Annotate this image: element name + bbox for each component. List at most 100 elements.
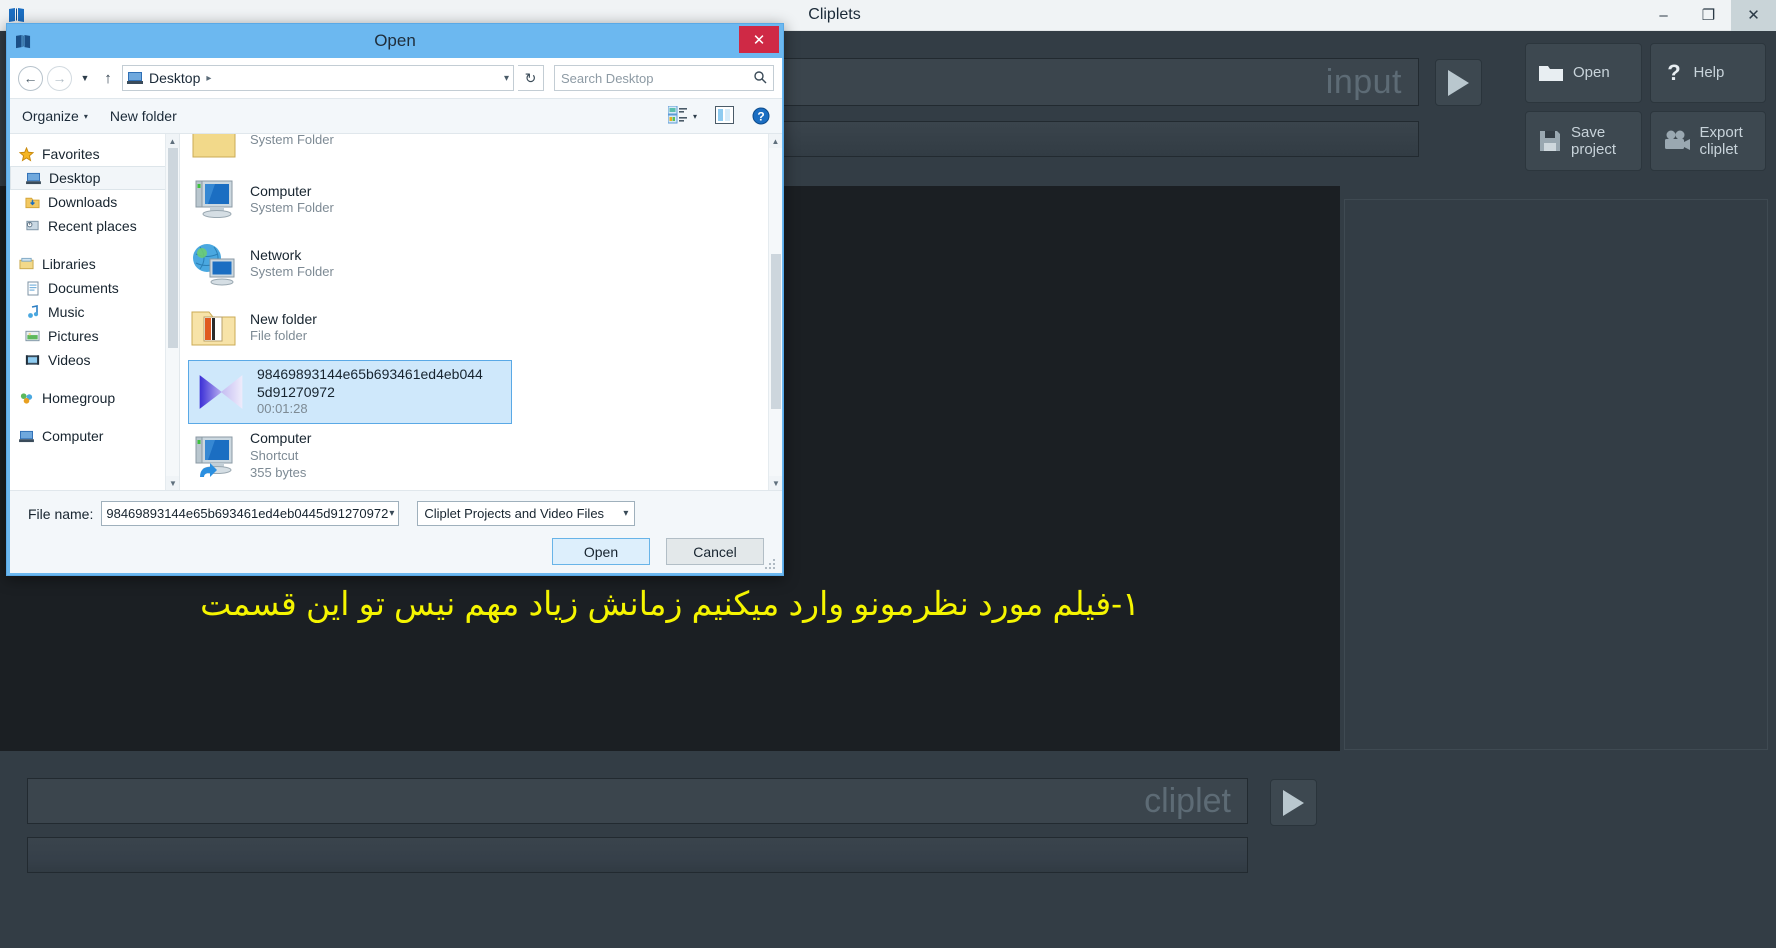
sidebar-item-favorites[interactable]: Favorites (10, 142, 179, 166)
list-item-subtitle: System Folder (250, 200, 334, 216)
open-file-dialog: Open ✕ ← → ▼ ↑ Desktop ▸ ▾ ↻ Search Desk… (6, 23, 784, 576)
sidebar-item-computer[interactable]: Computer (10, 424, 179, 448)
scroll-up-icon[interactable]: ▲ (166, 134, 179, 148)
history-dropdown-icon[interactable]: ▼ (76, 73, 94, 83)
save-project-label: Save project (1571, 123, 1617, 158)
sidebar-item-documents[interactable]: Documents (10, 276, 179, 300)
minimize-button[interactable]: – (1641, 0, 1686, 31)
annotation-caption: ۱-فیلم مورد نظرمونو وارد میکنیم زمانش زی… (200, 585, 1140, 622)
folder-users-icon (190, 134, 238, 162)
sidebar-item-pictures[interactable]: Pictures (10, 324, 179, 348)
play-output-button[interactable] (1270, 779, 1317, 826)
cancel-button[interactable]: Cancel (666, 538, 764, 565)
breadcrumb-separator-icon[interactable]: ▸ (206, 73, 211, 84)
movie-camera-icon (1663, 130, 1691, 152)
bottom-right-panel (1340, 751, 1776, 948)
chevron-down-icon[interactable]: ▾ (389, 508, 394, 519)
magnifier-icon (753, 70, 767, 87)
output-timeline-track[interactable]: cliplet (27, 778, 1248, 824)
libraries-icon (18, 256, 35, 272)
file-type-select[interactable]: Cliplet Projects and Video Files ▾ (417, 501, 636, 526)
view-mode-button[interactable]: ▾ (667, 105, 697, 127)
list-item[interactable]: System Folder (180, 134, 782, 168)
filename-input[interactable]: 98469893144e65b693461ed4eb0445d91270972 … (101, 501, 400, 526)
sidebar-item-label: Homegroup (42, 390, 116, 406)
dialog-close-button[interactable]: ✕ (739, 26, 779, 53)
sidebar-item-homegroup[interactable]: Homegroup (10, 386, 179, 410)
list-item-title: Computer (250, 430, 312, 447)
sidebar-item-videos[interactable]: Videos (10, 348, 179, 372)
sidebar-item-downloads[interactable]: Downloads (10, 190, 179, 214)
sidebar-item-music[interactable]: Music (10, 300, 179, 324)
refresh-button[interactable]: ↻ (518, 65, 544, 91)
close-button[interactable]: ✕ (1731, 0, 1776, 31)
list-item[interactable]: Computer System Folder (180, 168, 782, 232)
chevron-down-icon: ▾ (692, 111, 697, 121)
window-controls: – ❐ ✕ (1641, 0, 1776, 31)
file-list-pane[interactable]: System Folder Computer System Folder Net… (180, 134, 782, 490)
homegroup-icon (18, 390, 35, 406)
desktop-icon (127, 71, 143, 85)
scrollbar-thumb[interactable] (168, 148, 178, 348)
address-bar[interactable]: Desktop ▸ ▾ (122, 65, 514, 91)
address-dropdown-icon[interactable]: ▾ (504, 73, 509, 84)
question-mark-icon: ? (1663, 61, 1685, 85)
back-button[interactable]: ← (18, 65, 43, 91)
list-item-title: Computer (250, 182, 312, 199)
input-placeholder-label: input (1325, 62, 1402, 101)
sidebar-item-recent-places[interactable]: Recent places (10, 214, 179, 238)
open-button[interactable]: Open (1525, 43, 1642, 103)
dialog-title: Open (374, 31, 416, 50)
music-icon (24, 304, 41, 320)
app-logo-icon (6, 5, 28, 25)
filename-value: 98469893144e65b693461ed4eb0445d91270972 (106, 506, 389, 521)
sidebar-item-libraries[interactable]: Libraries (10, 252, 179, 276)
search-placeholder: Search Desktop (561, 70, 654, 86)
scroll-down-icon[interactable]: ▼ (769, 476, 782, 490)
preview-pane-button[interactable] (715, 105, 734, 127)
network-icon (190, 240, 238, 288)
search-input[interactable]: Search Desktop (554, 65, 774, 91)
app-toolbar: Open ? Help Save project Export cliplet (1515, 31, 1776, 186)
list-item[interactable]: Network System Folder (180, 232, 782, 296)
file-list-scrollbar[interactable]: ▲ ▼ (768, 134, 782, 490)
sidebar-item-desktop[interactable]: Desktop (10, 166, 179, 190)
play-icon (1283, 789, 1304, 816)
folder-open-icon (190, 304, 238, 352)
chevron-down-icon: ▾ (83, 111, 88, 121)
scroll-down-icon[interactable]: ▼ (166, 476, 179, 490)
scrollbar-thumb[interactable] (771, 254, 781, 409)
list-item-size: 355 bytes (250, 464, 307, 480)
list-item[interactable]: Computer Shortcut 355 bytes (180, 424, 782, 488)
new-folder-button[interactable]: New folder (110, 108, 177, 124)
chevron-down-icon[interactable]: ▾ (623, 508, 628, 519)
export-cliplet-button[interactable]: Export cliplet (1649, 111, 1766, 171)
list-item-subtitle: System Folder (250, 134, 334, 147)
play-input-button[interactable] (1435, 59, 1482, 106)
up-button[interactable]: ↑ (98, 70, 118, 87)
sidebar-item-label: Downloads (48, 194, 118, 210)
list-item[interactable]: New folder File folder (180, 296, 782, 360)
sidebar-item-label: Libraries (42, 256, 96, 272)
list-item-subtitle: 00:01:28 (257, 401, 308, 417)
help-circle-icon[interactable]: ? (752, 107, 770, 125)
list-item-subtitle: File folder (250, 328, 308, 344)
app-title: Cliplets (808, 6, 861, 23)
scroll-up-icon[interactable]: ▲ (769, 134, 782, 148)
list-item-subtitle: System Folder (250, 264, 334, 280)
sidebar-item-label: Computer (42, 428, 104, 444)
organize-menu[interactable]: Organize ▾ (22, 108, 88, 124)
forward-button[interactable]: → (47, 65, 72, 91)
open-confirm-button[interactable]: Open (552, 538, 650, 565)
save-project-button[interactable]: Save project (1525, 111, 1642, 171)
resize-grip-icon[interactable] (765, 557, 777, 569)
documents-icon (24, 280, 41, 296)
help-button[interactable]: ? Help (1649, 43, 1766, 103)
navigation-pane: Favorites Desktop Downloads Recent place… (10, 134, 180, 490)
navpane-scrollbar[interactable]: ▲ ▼ (165, 134, 179, 490)
list-item-selected[interactable]: 98469893144e65b693461ed4eb0445d91270972 … (188, 360, 512, 424)
layers-panel[interactable] (1344, 199, 1768, 750)
restore-button[interactable]: ❐ (1686, 0, 1731, 31)
play-icon (1448, 69, 1469, 96)
output-filmstrip[interactable] (27, 837, 1248, 873)
